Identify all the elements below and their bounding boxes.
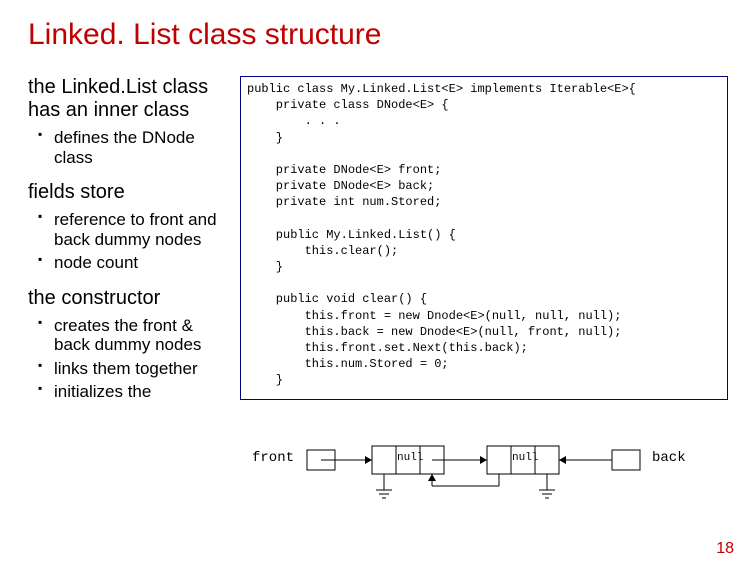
label-front: front xyxy=(252,450,294,466)
bullet-reference-front-back: reference to front and back dummy nodes xyxy=(42,210,228,249)
bullets-constructor: creates the front & back dummy nodes lin… xyxy=(28,316,228,402)
bullets-inner-class: defines the DNode class xyxy=(28,128,228,167)
slide-title: Linked. List class structure xyxy=(28,18,728,52)
bullet-creates-dummy: creates the front & back dummy nodes xyxy=(42,316,228,355)
bullets-fields: reference to front and back dummy nodes … xyxy=(28,210,228,273)
subhead-fields: fields store xyxy=(28,181,228,204)
label-null-2: null xyxy=(512,452,538,464)
label-back: back xyxy=(652,450,686,466)
linked-list-diagram: front null null back xyxy=(252,440,732,530)
subhead-inner-class: the Linked.List class has an inner class xyxy=(28,76,228,122)
label-null-1: null xyxy=(397,452,423,464)
page-number: 18 xyxy=(716,540,734,558)
bullet-defines-dnode: defines the DNode class xyxy=(42,128,228,167)
bullet-initializes: initializes the xyxy=(42,382,228,402)
left-column: the Linked.List class has an inner class… xyxy=(28,76,228,412)
subhead-constructor: the constructor xyxy=(28,287,228,310)
bullet-links-together: links them together xyxy=(42,359,228,379)
bullet-node-count: node count xyxy=(42,253,228,273)
code-block: public class My.Linked.List<E> implement… xyxy=(240,76,728,400)
